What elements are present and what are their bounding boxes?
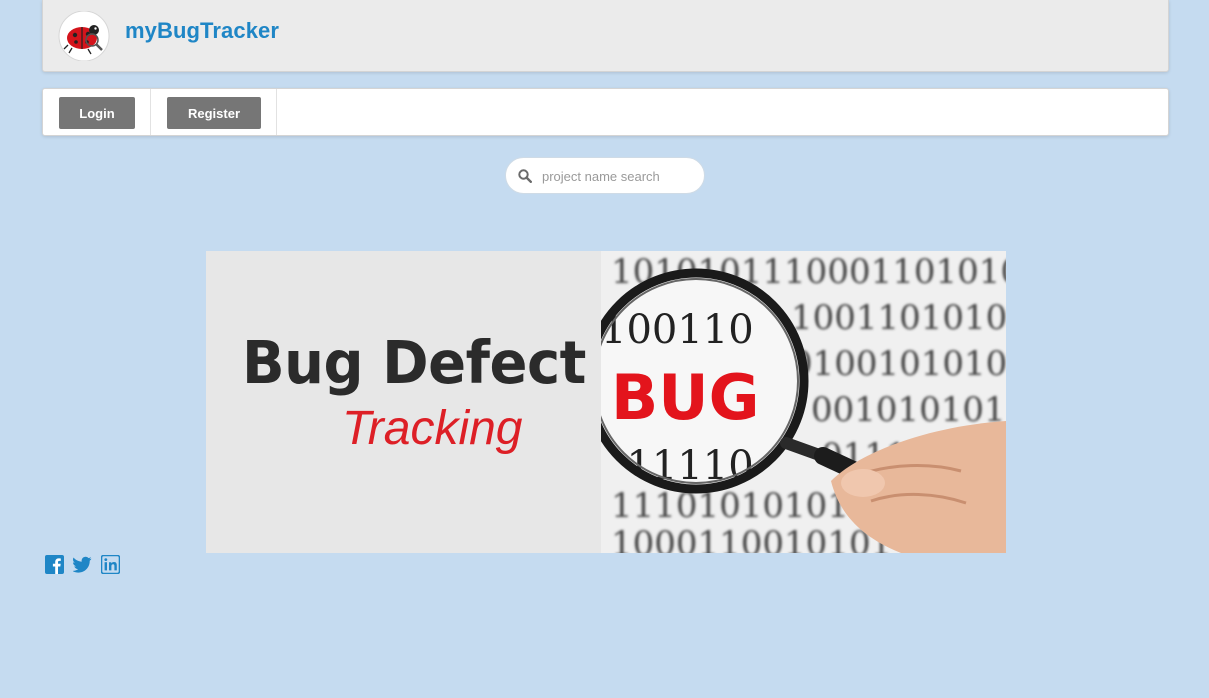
binary-row: 01001010101110 (791, 344, 1006, 384)
binary-row: 100110101011000011100 (791, 298, 1006, 338)
nav-item-register: Register (151, 89, 277, 135)
hero-banner: Bug Defect Tracking 10101011100011010100… (206, 251, 1006, 553)
app-title[interactable]: myBugTracker (125, 18, 279, 44)
banner-title: Bug Defect (242, 329, 586, 398)
nav-item-login: Login (43, 89, 151, 135)
linkedin-icon[interactable] (101, 555, 120, 574)
svg-text:100110: 100110 (601, 307, 754, 353)
login-button[interactable]: Login (59, 97, 135, 129)
top-nav: Login Register (42, 88, 1169, 136)
project-search[interactable] (505, 157, 705, 194)
register-button[interactable]: Register (167, 97, 261, 129)
page: myBugTracker Login Register Bug Defect T… (0, 0, 1209, 698)
twitter-icon[interactable] (73, 555, 92, 574)
search-icon (518, 169, 532, 183)
binary-row: 1000110010101 (611, 524, 892, 553)
facebook-icon[interactable] (45, 555, 64, 574)
search-input[interactable] (542, 164, 692, 188)
app-header: myBugTracker (42, 0, 1169, 72)
magnified-bug-word: BUG (611, 361, 760, 434)
magnifier-image: 1010101110001101010001 10011010101100001… (601, 251, 1006, 553)
ladybug-logo-icon[interactable] (58, 11, 110, 61)
banner-image: 1010101110001101010001 10011010101100001… (601, 251, 1006, 553)
banner-text-panel: Bug Defect Tracking (206, 251, 606, 553)
banner-subtitle: Tracking (342, 402, 523, 455)
